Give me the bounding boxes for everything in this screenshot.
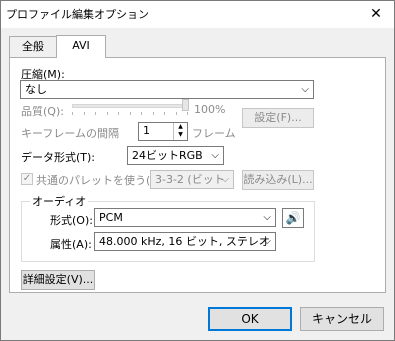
audio-attributes-value: 48.000 kHz, 16 ビット, ステレオ	[99, 235, 270, 248]
keyframe-unit: フレーム	[192, 127, 236, 140]
audio-format-value: PCM	[99, 211, 123, 224]
ok-button[interactable]: OK	[208, 307, 292, 331]
quality-slider-track[interactable]	[72, 104, 188, 108]
slider-tick	[141, 112, 142, 115]
close-icon[interactable]: ✕	[364, 4, 388, 24]
data-format-select[interactable]: 24ビットRGB ⌵	[127, 146, 224, 165]
slider-tick	[129, 112, 131, 115]
audio-attributes-label: 属性(A):	[50, 238, 92, 251]
slider-tick	[83, 112, 85, 115]
chevron-down-icon: ⌵	[263, 236, 271, 247]
slider-tick	[118, 112, 119, 115]
quality-slider-thumb[interactable]	[182, 99, 189, 111]
audio-group-title: オーディオ	[30, 193, 89, 209]
slider-tick	[164, 112, 165, 115]
chevron-down-icon: ⌵	[263, 212, 271, 223]
keyframe-label: キーフレームの間隔	[21, 127, 120, 140]
compression-value: なし	[25, 83, 47, 96]
slider-tick	[95, 112, 96, 115]
palette-checkbox[interactable]: ✓	[21, 173, 33, 185]
slider-tick	[72, 112, 73, 115]
quality-settings-button[interactable]: 設定(F)...	[242, 108, 314, 128]
chevron-down-icon: ⌵	[211, 150, 219, 161]
stepper-down-icon[interactable]: ▼	[174, 131, 187, 139]
speaker-icon[interactable]: 🔊	[282, 208, 304, 228]
palette-select[interactable]: 3-3-2 (ビット ⌵	[150, 170, 234, 189]
slider-tick	[152, 112, 154, 115]
audio-format-select[interactable]: PCM ⌵	[94, 208, 276, 227]
palette-label: 共通のパレットを使う(N)	[36, 174, 163, 187]
palette-load-button[interactable]: 読み込み(L)...	[242, 170, 314, 190]
slider-tick	[187, 112, 188, 115]
cancel-button[interactable]: キャンセル	[300, 307, 384, 331]
window-title: プロファイル編集オプション	[6, 8, 149, 21]
slider-tick	[106, 112, 108, 115]
tab-avi[interactable]: AVI	[56, 35, 106, 58]
palette-value: 3-3-2 (ビット	[155, 173, 225, 186]
data-format-label: データ形式(T):	[21, 151, 96, 164]
data-format-value: 24ビットRGB	[132, 149, 203, 162]
stepper-buttons[interactable]: ▲ ▼	[173, 123, 187, 140]
advanced-settings-button[interactable]: 詳細設定(V)...	[21, 270, 95, 290]
quality-label: 品質(Q):	[21, 105, 64, 118]
stepper-up-icon[interactable]: ▲	[174, 123, 187, 131]
keyframe-stepper[interactable]: 1 ▲ ▼	[138, 122, 188, 141]
keyframe-value: 1	[143, 124, 150, 137]
audio-attributes-select[interactable]: 48.000 kHz, 16 ビット, ステレオ ⌵	[94, 232, 276, 251]
slider-tick	[175, 112, 177, 115]
audio-format-label: 形式(O):	[50, 214, 93, 227]
compression-select[interactable]: なし ⌵	[20, 80, 314, 99]
quality-slider-ticks	[72, 112, 188, 115]
quality-value: 100%	[194, 103, 226, 116]
tab-general[interactable]: 全般	[9, 36, 57, 57]
chevron-down-icon: ⌵	[221, 174, 229, 185]
chevron-down-icon: ⌵	[301, 84, 309, 95]
